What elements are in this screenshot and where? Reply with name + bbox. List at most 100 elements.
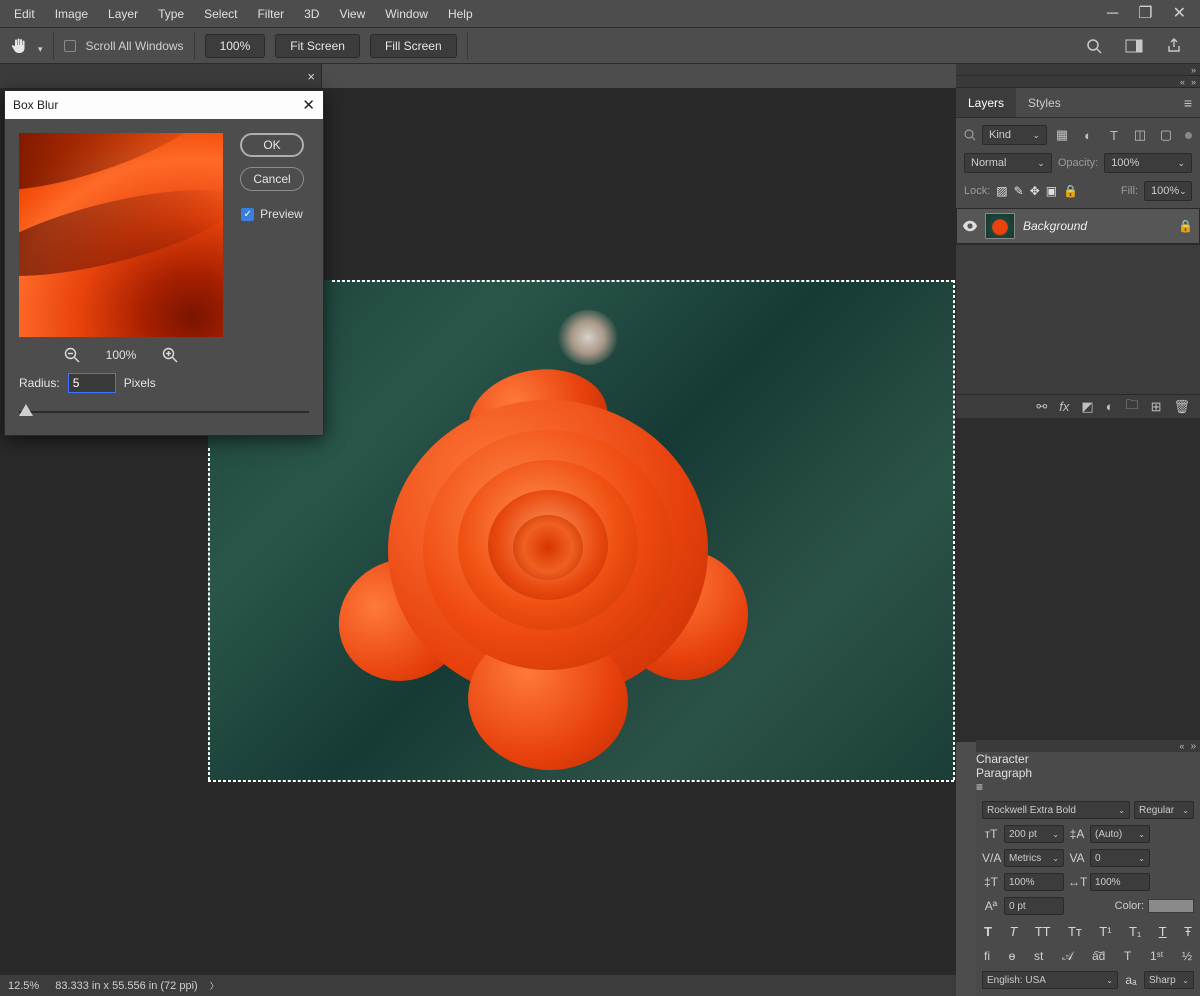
leading-field[interactable]: (Auto)⌄	[1090, 825, 1150, 843]
zoom-100-button[interactable]: 100%	[205, 34, 266, 58]
panel-collapse-top[interactable]: »	[956, 64, 1200, 76]
hand-tool-icon[interactable]	[6, 33, 32, 59]
cancel-button[interactable]: Cancel	[240, 167, 304, 191]
radius-input[interactable]	[68, 373, 116, 393]
panel-collapse[interactable]: »	[956, 76, 1200, 88]
fractions-button[interactable]: ½	[1182, 949, 1192, 964]
tab-styles[interactable]: Styles	[1016, 88, 1073, 117]
menu-image[interactable]: Image	[45, 3, 98, 25]
tracking-field[interactable]: 0⌄	[1090, 849, 1150, 867]
layer-thumbnail[interactable]	[985, 213, 1015, 239]
zoom-in-icon[interactable]	[162, 347, 178, 363]
lock-position-icon[interactable]: ✥	[1030, 184, 1040, 198]
lock-transparency-icon[interactable]: ▨	[996, 184, 1007, 198]
panel-collapse[interactable]: »	[976, 740, 1200, 752]
hscale-field[interactable]: 100%	[1090, 873, 1150, 891]
subscript-button[interactable]: T₁	[1129, 924, 1141, 939]
ordinals-button[interactable]: 1ˢᵗ	[1150, 949, 1163, 964]
ligatures-button[interactable]: fi	[984, 949, 990, 964]
faux-italic-button[interactable]: T	[1009, 924, 1017, 939]
layer-name[interactable]: Background	[1023, 219, 1170, 233]
filter-toggle-icon[interactable]	[1185, 132, 1192, 139]
fit-screen-button[interactable]: Fit Screen	[275, 34, 360, 58]
link-layers-icon[interactable]: ⚯	[1036, 399, 1047, 415]
zoom-out-icon[interactable]	[64, 347, 80, 363]
fill-screen-button[interactable]: Fill Screen	[370, 34, 457, 58]
adjustment-layer-icon[interactable]: ◐	[1106, 399, 1114, 414]
vscale-field[interactable]: 100%	[1004, 873, 1064, 891]
workspace-icon[interactable]	[1124, 36, 1144, 56]
opacity-field[interactable]: 100%⌄	[1104, 153, 1192, 173]
tab-layers[interactable]: Layers	[956, 88, 1016, 117]
titling-button[interactable]: T	[1124, 949, 1131, 964]
menu-help[interactable]: Help	[438, 3, 483, 25]
font-style-select[interactable]: Regular⌄	[1134, 801, 1194, 819]
strikethrough-button[interactable]: Ŧ	[1184, 924, 1192, 939]
superscript-button[interactable]: T¹	[1099, 924, 1111, 939]
status-zoom[interactable]: 12.5%	[8, 980, 39, 992]
layer-kind-filter[interactable]: Kind⌄	[982, 125, 1047, 145]
lock-artboard-icon[interactable]: ▣	[1046, 184, 1057, 198]
panel-menu-icon[interactable]: ≡	[1176, 95, 1200, 111]
delete-layer-icon[interactable]: 🗑	[1173, 399, 1190, 415]
antialias-select[interactable]: Sharp⌄	[1144, 971, 1194, 989]
menu-3d[interactable]: 3D	[294, 3, 329, 25]
menu-view[interactable]: View	[329, 3, 375, 25]
underline-button[interactable]: T	[1159, 924, 1167, 939]
layer-group-icon[interactable]: 🗀	[1126, 396, 1139, 418]
font-size-field[interactable]: 200 pt⌄	[1004, 825, 1064, 843]
new-layer-icon[interactable]: ⊞	[1151, 399, 1162, 415]
menu-edit[interactable]: Edit	[4, 3, 45, 25]
filter-adjust-icon[interactable]: ◐	[1079, 128, 1097, 143]
allcaps-button[interactable]: TT	[1035, 924, 1051, 939]
window-minimize-icon[interactable]: ─	[1107, 6, 1118, 22]
layer-mask-icon[interactable]: ◩	[1081, 399, 1093, 415]
font-family-select[interactable]: Rockwell Extra Bold⌄	[982, 801, 1130, 819]
ok-button[interactable]: OK	[240, 133, 304, 157]
language-select[interactable]: English: USA⌄	[982, 971, 1118, 989]
window-close-icon[interactable]: ✕	[1173, 6, 1186, 22]
blend-mode-select[interactable]: Normal⌄	[964, 153, 1052, 173]
search-icon[interactable]	[1084, 36, 1104, 56]
filter-pixel-icon[interactable]: ▦	[1053, 127, 1071, 143]
faux-bold-button[interactable]: T	[984, 924, 992, 939]
tab-close-icon[interactable]: ×	[307, 69, 315, 84]
status-dimensions[interactable]: 83.333 in x 55.556 in (72 ppi)	[55, 980, 198, 992]
layer-row-background[interactable]: Background 🔒	[956, 208, 1200, 244]
text-color-swatch[interactable]	[1148, 899, 1194, 913]
fill-field[interactable]: 100%⌄	[1144, 181, 1192, 201]
visibility-icon[interactable]	[963, 220, 977, 232]
lock-pixels-icon[interactable]: ✎	[1014, 184, 1024, 198]
filter-preview[interactable]	[19, 133, 223, 337]
menu-select[interactable]: Select	[194, 3, 247, 25]
window-restore-icon[interactable]: ❐	[1138, 6, 1152, 22]
tab-character[interactable]: Character	[976, 752, 1200, 766]
status-chevron-icon[interactable]: 〉	[210, 979, 219, 992]
panel-menu-icon[interactable]: ≡	[976, 780, 1200, 794]
share-icon[interactable]	[1164, 36, 1184, 56]
radius-slider[interactable]	[19, 403, 309, 421]
preview-checkbox[interactable]: ✓	[241, 208, 254, 221]
stylistic-button[interactable]: a͠d	[1092, 949, 1105, 964]
filter-shape-icon[interactable]: ◫	[1131, 127, 1149, 143]
tab-paragraph[interactable]: Paragraph	[976, 766, 1200, 780]
dialog-titlebar[interactable]: Box Blur ✕	[5, 91, 323, 119]
dialog-close-icon[interactable]: ✕	[302, 96, 315, 114]
filter-type-icon[interactable]: T	[1105, 128, 1123, 143]
scroll-all-checkbox[interactable]	[64, 40, 76, 52]
tool-chevron-icon[interactable]: ▾	[38, 44, 43, 55]
menu-layer[interactable]: Layer	[98, 3, 148, 25]
menu-window[interactable]: Window	[375, 3, 438, 25]
discretionary-button[interactable]: st	[1034, 949, 1043, 964]
lock-icon[interactable]: 🔒	[1178, 219, 1193, 233]
swash-button[interactable]: 𝒜	[1062, 949, 1073, 964]
lock-all-icon[interactable]: 🔒	[1063, 184, 1078, 198]
baseline-field[interactable]: 0 pt	[1004, 897, 1064, 915]
menu-filter[interactable]: Filter	[247, 3, 294, 25]
smallcaps-button[interactable]: Tᴛ	[1068, 924, 1082, 939]
contextual-button[interactable]: ɵ	[1009, 949, 1016, 964]
menu-type[interactable]: Type	[148, 3, 194, 25]
layer-effects-icon[interactable]: fx	[1059, 399, 1069, 414]
filter-smart-icon[interactable]: ▢	[1157, 127, 1175, 143]
document-tab[interactable]: ×	[0, 64, 322, 88]
